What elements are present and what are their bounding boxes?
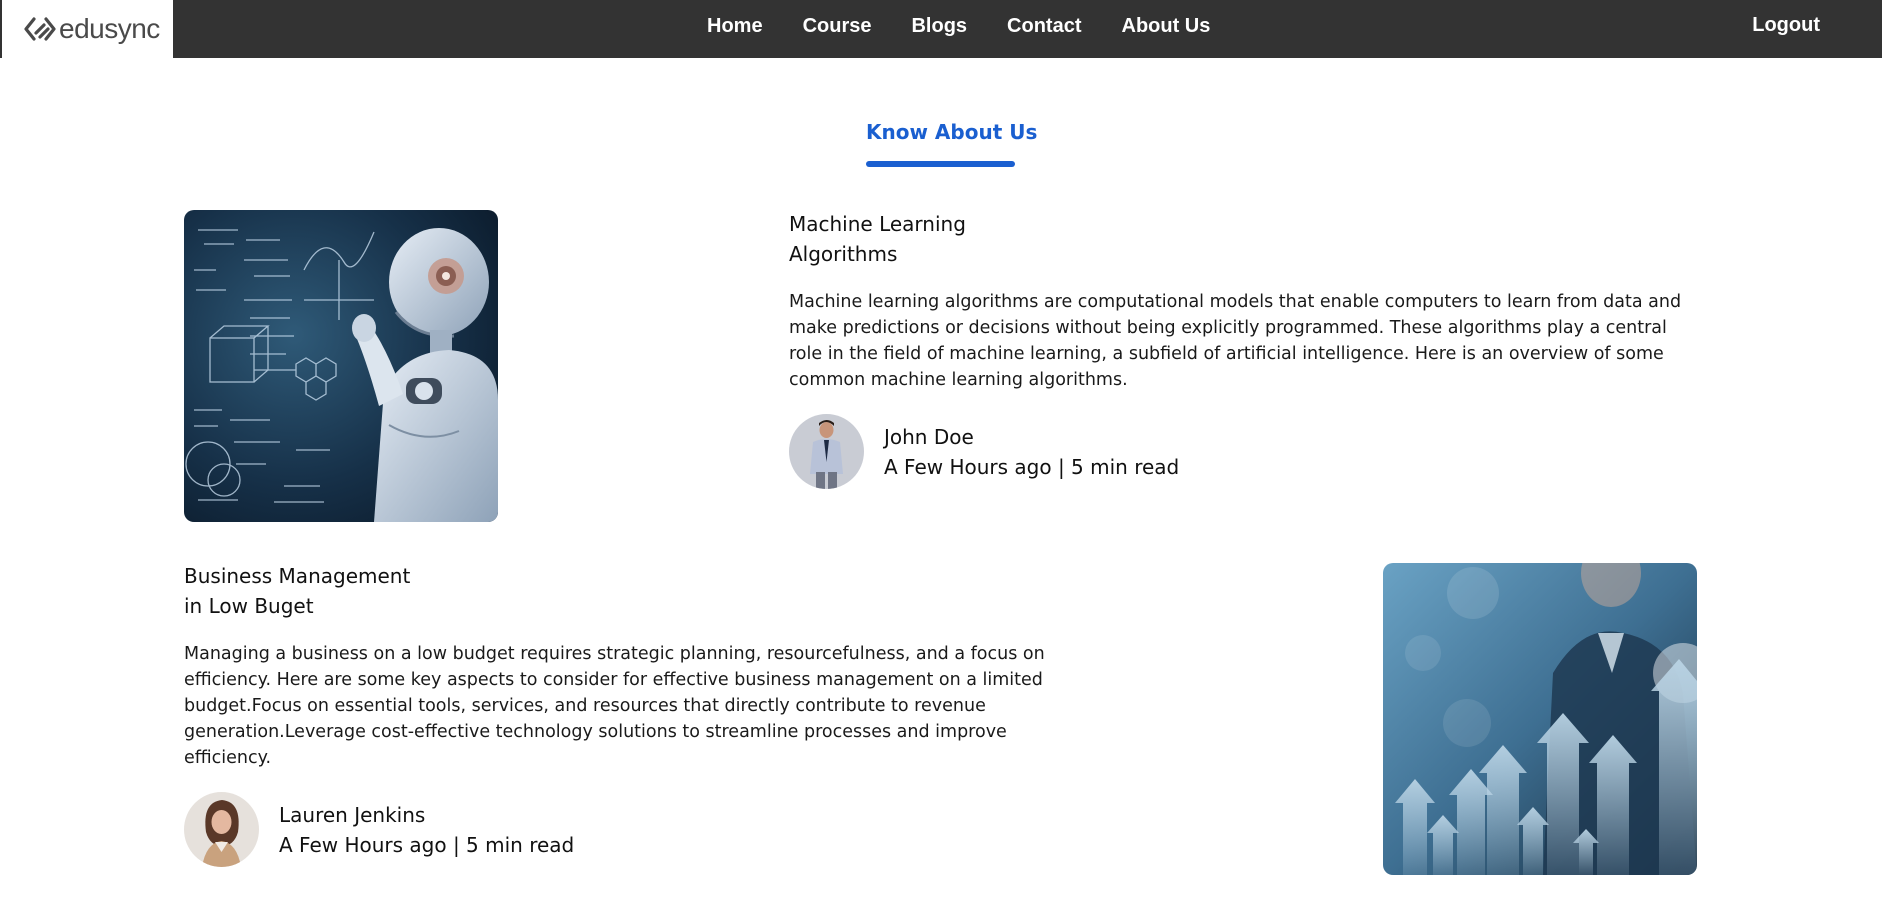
author-name[interactable]: Lauren Jenkins <box>279 800 574 830</box>
nav-blogs[interactable]: Blogs <box>911 15 967 38</box>
woman-portrait-avatar <box>184 792 259 867</box>
brand-logo[interactable]: edusync <box>2 0 173 58</box>
post-title-line-2: Algorithms <box>789 242 898 266</box>
author-meta: Lauren Jenkins A Few Hours ago | 5 min r… <box>279 800 574 860</box>
post-meta-info: A Few Hours ago | 5 min read <box>279 832 575 857</box>
post-title-line-1: Machine Learning <box>789 212 966 236</box>
post-excerpt: Machine learning algorithms are computat… <box>789 292 1682 390</box>
post-meta-info: A Few Hours ago | 5 min read <box>884 454 1180 479</box>
business-growth-arrows-image[interactable] <box>1383 563 1697 875</box>
nav-home[interactable]: Home <box>707 15 763 38</box>
top-navbar: edusync Home Course Blogs Contact About … <box>0 0 1882 58</box>
post-title[interactable]: Business Management in Low Buget <box>184 561 410 621</box>
edusync-logo-icon <box>24 17 56 41</box>
post-author: John Doe A Few Hours ago | 5 min read <box>789 414 1179 489</box>
section-title: Know About Us <box>866 120 1038 144</box>
post-title-line-1: Business Management <box>184 564 411 588</box>
post-author: Lauren Jenkins A Few Hours ago | 5 min r… <box>184 792 574 867</box>
logout-button[interactable]: Logout <box>1752 14 1820 37</box>
brand-name: edusync <box>59 13 160 44</box>
author-meta: John Doe A Few Hours ago | 5 min read <box>884 422 1179 482</box>
nav-about-us[interactable]: About Us <box>1122 15 1211 38</box>
man-in-suit-avatar <box>789 414 864 489</box>
nav-course[interactable]: Course <box>803 15 872 38</box>
post-title-line-2: in Low Buget <box>184 594 314 618</box>
author-name[interactable]: John Doe <box>884 422 1179 452</box>
robot-thinking-image[interactable] <box>184 210 498 522</box>
post-excerpt: Managing a business on a low budget requ… <box>184 644 1045 768</box>
section-title-underline <box>866 161 1015 167</box>
main-nav: Home Course Blogs Contact About Us <box>707 0 1210 52</box>
post-title[interactable]: Machine Learning Algorithms <box>789 209 966 269</box>
nav-contact[interactable]: Contact <box>1007 15 1081 38</box>
